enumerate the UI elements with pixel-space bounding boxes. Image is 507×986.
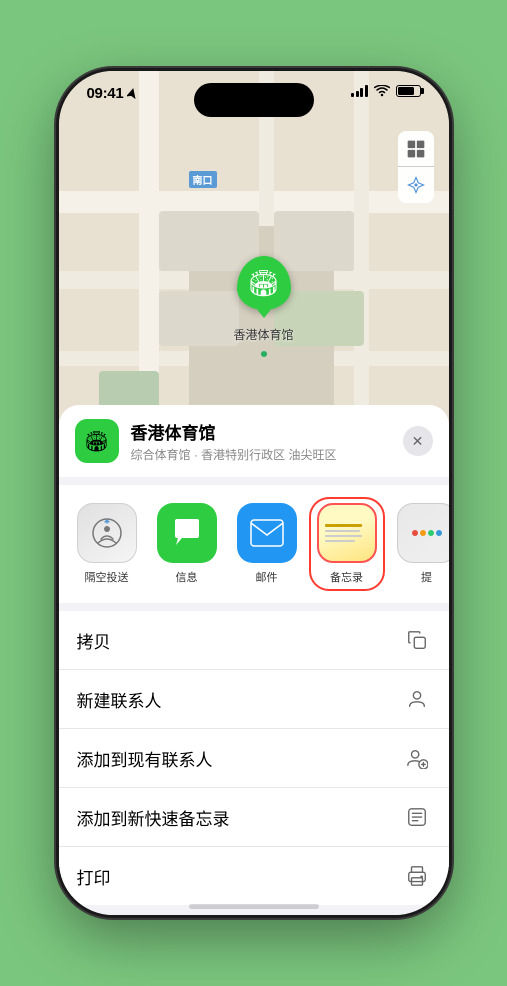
stadium-icon: 🏟 [247, 268, 280, 299]
status-icons [351, 85, 421, 97]
phone-frame: 09:41 [59, 71, 449, 915]
printer-icon [403, 862, 431, 890]
close-button[interactable]: ✕ [403, 426, 433, 456]
wifi-icon [374, 85, 390, 97]
copy-label: 拷贝 [77, 628, 111, 653]
dynamic-island [194, 83, 314, 117]
mail-icon [237, 503, 297, 563]
action-list: 拷贝 新建联系人 [59, 611, 449, 905]
home-indicator [189, 904, 319, 909]
marker-pin: 🏟 [237, 256, 291, 310]
more-icon [397, 503, 449, 563]
map-controls [398, 131, 434, 203]
print-label: 打印 [77, 864, 111, 889]
share-app-more[interactable]: 提 [391, 503, 449, 585]
location-card: 🏟 香港体育馆 综合体育馆 · 香港特别行政区 油尖旺区 ✕ [59, 405, 449, 477]
action-add-notes[interactable]: 添加到新快速备忘录 [59, 788, 449, 847]
action-add-existing[interactable]: 添加到现有联系人 [59, 729, 449, 788]
map-view-button[interactable] [398, 131, 434, 167]
share-app-airdrop[interactable]: 隔空投送 [71, 503, 143, 585]
person-add-icon [403, 744, 431, 772]
messages-label: 信息 [176, 569, 198, 585]
airdrop-label: 隔空投送 [85, 569, 129, 585]
mail-label: 邮件 [256, 569, 278, 585]
airdrop-icon [77, 503, 137, 563]
messages-icon [157, 503, 217, 563]
location-button[interactable] [398, 167, 434, 203]
note-icon [403, 803, 431, 831]
close-icon: ✕ [412, 433, 424, 450]
location-name: 香港体育馆 [131, 419, 391, 444]
location-marker: 🏟 香港体育馆 [234, 256, 294, 343]
battery-icon [396, 85, 421, 97]
share-app-notes[interactable]: 备忘录 [311, 499, 383, 589]
new-contact-label: 新建联系人 [77, 687, 162, 712]
copy-icon [403, 626, 431, 654]
add-notes-label: 添加到新快速备忘录 [77, 805, 230, 830]
share-app-messages[interactable]: 信息 [151, 503, 223, 585]
status-time: 09:41 [87, 85, 124, 102]
notes-icon [317, 503, 377, 563]
person-icon [403, 685, 431, 713]
bottom-sheet: 🏟 香港体育馆 综合体育馆 · 香港特别行政区 油尖旺区 ✕ [59, 405, 449, 915]
map-district-label: 南口 [189, 171, 217, 188]
signal-bars-icon [351, 85, 368, 97]
share-row: 隔空投送 信息 邮件 [59, 485, 449, 603]
marker-label: 香港体育馆 [234, 326, 294, 343]
action-copy[interactable]: 拷贝 [59, 611, 449, 670]
action-print[interactable]: 打印 [59, 847, 449, 905]
location-desc: 综合体育馆 · 香港特别行政区 油尖旺区 [131, 446, 391, 463]
add-existing-label: 添加到现有联系人 [77, 746, 213, 771]
location-logo: 🏟 [75, 419, 119, 463]
action-new-contact[interactable]: 新建联系人 [59, 670, 449, 729]
notes-label: 备忘录 [330, 569, 363, 585]
share-app-mail[interactable]: 邮件 [231, 503, 303, 585]
location-info: 香港体育馆 综合体育馆 · 香港特别行政区 油尖旺区 [131, 419, 391, 463]
location-arrow-icon [127, 88, 137, 100]
more-label: 提 [421, 569, 432, 585]
